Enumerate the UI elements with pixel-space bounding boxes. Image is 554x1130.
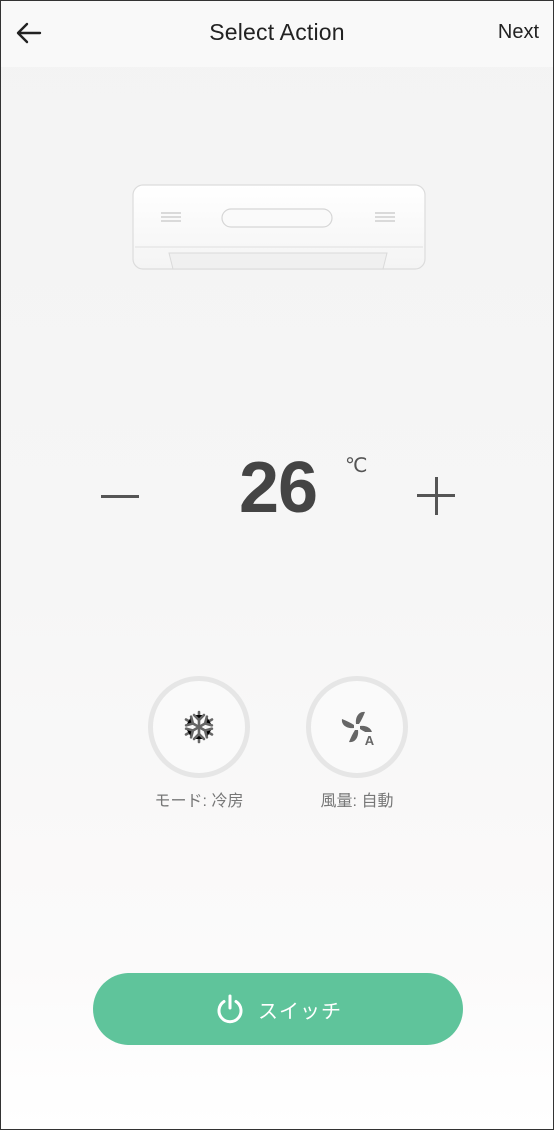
air-conditioner-icon (129, 181, 429, 281)
decrease-temp-button[interactable] (93, 471, 147, 521)
next-button[interactable]: Next (498, 21, 539, 44)
svg-text:A: A (365, 733, 375, 747)
fan-speed-label: 風量: 自動 (320, 793, 394, 810)
mode-label: モード: 冷房 (154, 793, 244, 810)
fan-speed-button[interactable]: A (306, 676, 408, 778)
header-bar: Select Action Next (1, 1, 553, 67)
minus-icon (101, 494, 139, 498)
fan-auto-icon: A (341, 711, 377, 747)
temperature-unit: ℃ (345, 455, 368, 477)
temperature-value: 26 (238, 448, 318, 528)
power-icon (217, 994, 243, 1024)
switch-label: スイッチ (258, 1000, 342, 1023)
mode-button[interactable] (148, 676, 250, 778)
temperature-control: 26 ℃ (1, 431, 553, 551)
page-title: Select Action (209, 19, 345, 45)
increase-temp-button[interactable] (409, 471, 463, 521)
snowflake-icon (184, 710, 214, 744)
screen: Select Action Next 26 ℃ モード: 冷房 A 風量: 自動… (0, 0, 554, 1130)
power-switch-button[interactable]: スイッチ (93, 973, 463, 1045)
